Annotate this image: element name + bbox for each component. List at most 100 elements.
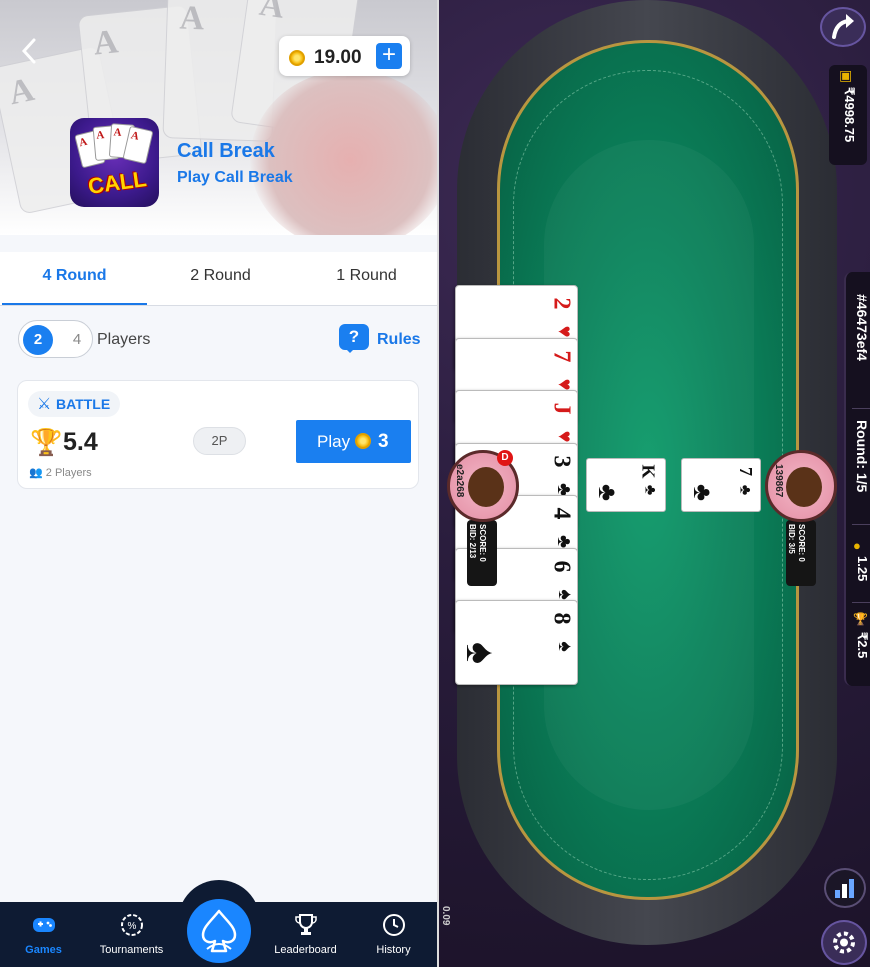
help-bubble-icon: ? <box>339 324 369 353</box>
wallet-balance: 19.00 <box>314 47 362 68</box>
trophy-icon: 🏆 <box>30 427 63 457</box>
right-player-score: SCORE: 0 <box>797 524 806 562</box>
svg-text:%: % <box>128 921 137 932</box>
card-suit-large-icon: ♠ <box>458 641 506 665</box>
right-player-bid: BID: 3/5 <box>787 524 796 554</box>
spade-home-icon <box>201 909 237 953</box>
wallet-amount: ₹4998.75 <box>842 87 857 143</box>
battle-label: BATTLE <box>56 396 111 412</box>
game-hero-banner: A A A A 19.00 + A A A A CALL Call Break … <box>0 0 437 235</box>
card-suit-icon: ♠ <box>554 641 577 652</box>
round-indicator: Round: 1/5 <box>854 420 870 493</box>
card-rank: J <box>548 402 575 415</box>
card-rank: 4 <box>548 507 575 520</box>
played-card-rank: K <box>638 464 659 479</box>
prize-amount: ₹2.5 <box>855 632 870 659</box>
card-rank: 2 <box>548 297 575 310</box>
left-player-score: SCORE: 0 <box>478 524 487 562</box>
wallet-balance-box: 19.00 + <box>279 36 410 76</box>
nav-games-label: Games <box>25 944 62 956</box>
card-rank: 6 <box>548 560 575 573</box>
club-icon: ♣ <box>688 483 719 502</box>
club-icon: ♣ <box>640 484 658 496</box>
played-card-seven-clubs: 7 ♣ ♣ <box>681 458 761 512</box>
nav-home-center-button[interactable] <box>187 899 251 963</box>
game-table-view: 2 ♥ 7 ♥ J ♥ 3 ♣ 4 ♣ 6 ♠ 8 ♠ ♠ K ♣ ♣ 7 ♣ ♣ SCORE: 0 BID… <box>437 0 870 967</box>
avatar-face <box>468 467 504 507</box>
nav-tournaments[interactable]: % Tournaments <box>88 902 175 967</box>
club-icon: ♣ <box>593 483 624 502</box>
battle-contest-card: ⚔ BATTLE 🏆 5.4 👥 2 Players 2P Play 3 <box>17 380 419 489</box>
divider <box>852 524 870 525</box>
tournament-icon: % <box>121 914 143 936</box>
players-label: Players <box>97 331 151 348</box>
player-count-toggle: 2 4 <box>18 320 93 358</box>
player-option-2[interactable]: 2 <box>23 325 53 355</box>
gear-icon <box>833 931 855 954</box>
round-tabs: 4 Round 2 Round 1 Round <box>0 252 437 306</box>
play-button[interactable]: Play 3 <box>296 420 411 463</box>
players-filter-row: 2 4 Players ? Rules <box>18 320 421 360</box>
coin-icon: ● <box>853 538 861 553</box>
settings-button[interactable] <box>821 920 867 965</box>
trophy-icon: 🏆 <box>853 612 868 626</box>
nav-games[interactable]: Games <box>0 902 87 967</box>
bar-chart-icon <box>835 879 854 898</box>
rules-label: Rules <box>377 331 421 348</box>
player-option-4[interactable]: 4 <box>62 325 92 355</box>
prize-amount: 5.4 <box>63 428 98 456</box>
wallet-icon: ▣ <box>839 67 853 83</box>
back-button[interactable] <box>18 36 46 66</box>
add-money-button[interactable]: + <box>376 43 402 69</box>
club-icon: ♣ <box>735 484 753 496</box>
card-rank: 8 <box>548 612 575 625</box>
gamepad-icon <box>33 918 55 932</box>
played-card-king-clubs: K ♣ ♣ <box>586 458 666 512</box>
battle-tag: ⚔ BATTLE <box>28 391 121 417</box>
scoreboard-button[interactable] <box>824 868 866 908</box>
coin-icon <box>355 433 371 449</box>
avatar-face <box>786 467 822 507</box>
tab-1-round[interactable]: 1 Round <box>294 252 437 305</box>
card-rank: 3 <box>548 455 575 468</box>
played-card-rank: 7 <box>736 467 756 476</box>
hand-card-eight-spades[interactable]: 8 ♠ ♠ <box>455 600 578 685</box>
lobby-panel: A A A A 19.00 + A A A A CALL Call Break … <box>0 0 437 967</box>
left-player-score-strip: SCORE: 0 BID: 2/13 <box>467 520 497 586</box>
game-subtitle: Play Call Break <box>177 169 293 186</box>
card-suit-icon: ♥ <box>553 378 576 391</box>
exit-arrow-button[interactable] <box>820 7 866 47</box>
right-player-name: 139867 <box>773 464 784 498</box>
left-player-bid: BID: 2/13 <box>468 524 477 559</box>
curved-arrow-icon <box>832 14 854 39</box>
divider <box>852 408 870 409</box>
table-id: #46473ef4 <box>854 294 870 361</box>
tab-4-round[interactable]: 4 Round <box>2 252 147 305</box>
card-suit-icon: ♥ <box>553 430 576 443</box>
nav-history[interactable]: History <box>350 902 437 967</box>
card-rank: 7 <box>548 350 575 363</box>
users-icon: 👥 <box>29 467 46 479</box>
tab-2-round[interactable]: 2 Round <box>148 252 293 305</box>
clock-icon <box>383 914 405 936</box>
nav-tournaments-label: Tournaments <box>99 944 164 956</box>
left-player-name: e2a268 <box>454 464 465 498</box>
card-suit-icon: ♠ <box>554 589 577 600</box>
dealer-badge: D <box>497 450 513 466</box>
call-break-logo: CALL <box>86 166 149 199</box>
coin-icon <box>289 50 305 66</box>
divider <box>852 602 870 603</box>
right-player-score-strip: SCORE: 0 BID: 3/5 <box>786 520 816 586</box>
wallet-panel: ▣ ₹4998.75 <box>829 65 867 165</box>
trophy-icon <box>295 914 317 935</box>
nav-leaderboard[interactable]: Leaderboard <box>262 902 349 967</box>
play-label: Play <box>317 432 351 451</box>
players-count: 👥 2 Players <box>29 466 92 479</box>
card-suit-icon: ♣ <box>552 534 575 549</box>
nav-history-label: History <box>376 944 411 956</box>
entry-fee: 3 <box>378 431 389 452</box>
entry-amount: 1.25 <box>855 556 870 582</box>
crossed-swords-icon: ⚔ <box>37 396 52 413</box>
chevron-left-icon <box>21 38 36 64</box>
nav-leaderboard-label: Leaderboard <box>274 944 337 956</box>
